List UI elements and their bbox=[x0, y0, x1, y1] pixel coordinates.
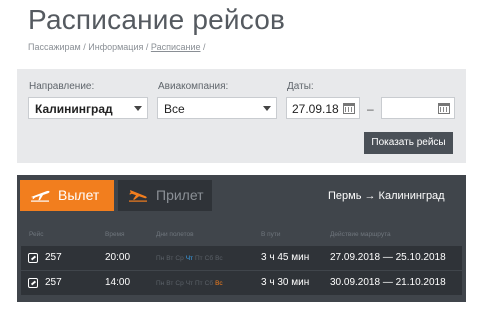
show-flights-button[interactable]: Показать рейсы bbox=[364, 132, 453, 154]
day-wed: Ср bbox=[175, 280, 184, 287]
column-header-duration: В пути bbox=[261, 231, 281, 238]
flight-details-icon[interactable] bbox=[28, 278, 38, 288]
route-title: Пермь → Калининград bbox=[328, 190, 445, 202]
date-from-input[interactable]: 27.09.18 bbox=[286, 97, 360, 119]
tab-arrival-label: Прилет bbox=[156, 187, 204, 203]
calendar-icon[interactable] bbox=[343, 103, 355, 114]
chevron-down-icon bbox=[263, 106, 271, 111]
direction-select[interactable]: Калининград bbox=[28, 97, 148, 119]
day-fri: Пт bbox=[195, 255, 203, 262]
direction-label: Направление: bbox=[29, 81, 95, 92]
tab-departure-label: Вылет bbox=[58, 187, 100, 203]
breadcrumb: Пассажирам / Информация / Расписание / bbox=[28, 42, 206, 52]
airline-label: Авиакомпания: bbox=[158, 81, 229, 92]
flight-details-icon[interactable] bbox=[28, 253, 38, 263]
chevron-down-icon bbox=[134, 106, 142, 111]
day-sun-active: Вс bbox=[215, 280, 223, 287]
day-sun: Вс bbox=[215, 255, 223, 262]
date-from-value: 27.09.18 bbox=[292, 102, 339, 116]
day-sat: Сб bbox=[204, 280, 214, 287]
day-thu-active: Чт bbox=[185, 255, 193, 262]
page-title: Расписание рейсов bbox=[28, 4, 286, 35]
column-header-flight: Рейс bbox=[29, 231, 44, 238]
airline-value: Все bbox=[164, 102, 185, 116]
column-header-time: Время bbox=[105, 231, 125, 238]
day-sat: Сб bbox=[204, 255, 214, 262]
departure-plane-icon bbox=[31, 190, 50, 202]
flight-days: Пн Вт Ср Чт Пт Сб Вс bbox=[156, 246, 225, 271]
airline-select[interactable]: Все bbox=[157, 97, 277, 119]
day-tue: Вт bbox=[166, 255, 174, 262]
day-wed: Ср bbox=[175, 255, 184, 262]
dates-label: Даты: bbox=[287, 81, 314, 92]
flight-time: 20:00 bbox=[105, 252, 131, 263]
flight-validity: 30.09.2018 — 21.10.2018 bbox=[330, 277, 446, 288]
table-row[interactable]: 257 20:00 Пн Вт Ср Чт Пт Сб Вс 3 ч 45 мин 27.0… bbox=[21, 246, 462, 270]
day-thu: Чт bbox=[185, 280, 193, 287]
breadcrumb-item-schedule[interactable]: Расписание bbox=[151, 42, 201, 52]
flight-validity: 27.09.2018 — 25.10.2018 bbox=[330, 252, 446, 263]
day-fri: Пт bbox=[195, 280, 203, 287]
arrival-plane-icon bbox=[129, 190, 147, 202]
flight-duration: 3 ч 30 мин bbox=[261, 277, 310, 288]
flight-duration: 3 ч 45 мин bbox=[261, 252, 310, 263]
breadcrumb-item-info[interactable]: Информация bbox=[88, 42, 143, 52]
flight-number: 257 bbox=[45, 277, 62, 288]
table-row[interactable]: 257 14:00 Пн Вт Ср Чт Пт Сб Вс 3 ч 30 мин 30.0… bbox=[21, 271, 462, 295]
tab-departure[interactable]: Вылет bbox=[20, 180, 114, 211]
breadcrumb-separator: / bbox=[143, 42, 151, 52]
date-separator: – bbox=[367, 102, 374, 116]
breadcrumb-separator: / bbox=[200, 42, 206, 52]
flight-days: Пн Вт Ср Чт Пт Сб Вс bbox=[156, 271, 225, 296]
day-mon: Пн bbox=[156, 255, 165, 262]
breadcrumb-item-passengers[interactable]: Пассажирам bbox=[28, 42, 81, 52]
day-mon: Пн bbox=[156, 280, 165, 287]
date-to-input[interactable] bbox=[381, 97, 455, 119]
flight-time: 14:00 bbox=[105, 277, 131, 288]
day-tue: Вт bbox=[166, 280, 174, 287]
calendar-icon[interactable] bbox=[438, 103, 450, 114]
tab-arrival[interactable]: Прилет bbox=[118, 180, 212, 211]
flight-number: 257 bbox=[45, 252, 62, 263]
column-header-days: Дни полетов bbox=[156, 231, 194, 238]
direction-value: Калининград bbox=[35, 102, 113, 116]
column-header-validity: Действие маршрута bbox=[330, 231, 391, 238]
